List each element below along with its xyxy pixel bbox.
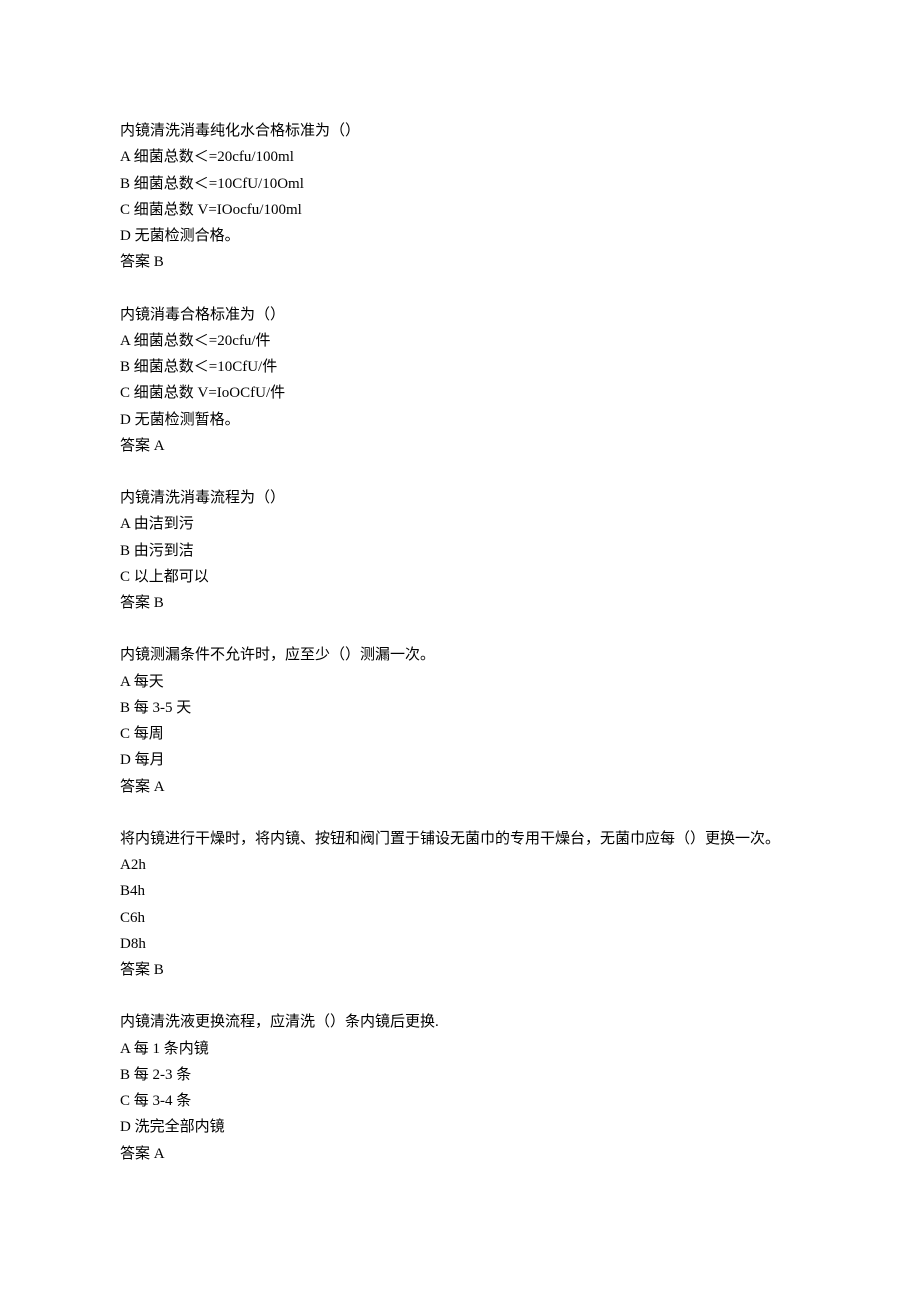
question-answer: 答案 B bbox=[120, 590, 800, 616]
question-stem: 内镜清洗消毒纯化水合格标准为（） bbox=[120, 118, 800, 144]
question-option: D8h bbox=[120, 931, 800, 957]
question-option: D 无菌检测暂格。 bbox=[120, 407, 800, 433]
question-block: 内镜清洗消毒纯化水合格标准为（） A 细菌总数＜=20cfu/100ml B 细… bbox=[120, 118, 800, 276]
question-answer: 答案 B bbox=[120, 957, 800, 983]
question-option: C 细菌总数 V=IoOCfU/件 bbox=[120, 380, 800, 406]
question-block: 内镜消毒合格标准为（） A 细菌总数＜=20cfu/件 B 细菌总数＜=10Cf… bbox=[120, 302, 800, 460]
question-block: 内镜清洗液更换流程，应清洗（）条内镜后更换. A 每 1 条内镜 B 每 2-3… bbox=[120, 1009, 800, 1167]
question-answer: 答案 A bbox=[120, 774, 800, 800]
question-option: A 细菌总数＜=20cfu/100ml bbox=[120, 144, 800, 170]
question-block: 将内镜进行干燥时，将内镜、按钮和阀门置于铺设无菌巾的专用干燥台，无菌巾应每（）更… bbox=[120, 826, 800, 984]
question-option: B 由污到洁 bbox=[120, 538, 800, 564]
question-option: A 每天 bbox=[120, 669, 800, 695]
document-page: 内镜清洗消毒纯化水合格标准为（） A 细菌总数＜=20cfu/100ml B 细… bbox=[0, 0, 920, 1302]
question-stem: 内镜清洗液更换流程，应清洗（）条内镜后更换. bbox=[120, 1009, 800, 1035]
question-stem: 内镜消毒合格标准为（） bbox=[120, 302, 800, 328]
question-option: A 由洁到污 bbox=[120, 511, 800, 537]
question-option: C6h bbox=[120, 905, 800, 931]
question-option: B 细菌总数＜=10CfU/10Oml bbox=[120, 171, 800, 197]
question-block: 内镜测漏条件不允许时，应至少（）测漏一次。 A 每天 B 每 3-5 天 C 每… bbox=[120, 642, 800, 800]
question-option: B 每 2-3 条 bbox=[120, 1062, 800, 1088]
question-option: A 细菌总数＜=20cfu/件 bbox=[120, 328, 800, 354]
question-option: B 每 3-5 天 bbox=[120, 695, 800, 721]
question-answer: 答案 A bbox=[120, 1141, 800, 1167]
question-stem: 内镜测漏条件不允许时，应至少（）测漏一次。 bbox=[120, 642, 800, 668]
question-option: A2h bbox=[120, 852, 800, 878]
question-option: D 无菌检测合格。 bbox=[120, 223, 800, 249]
question-stem: 内镜清洗消毒流程为（） bbox=[120, 485, 800, 511]
question-answer: 答案 A bbox=[120, 433, 800, 459]
question-option: A 每 1 条内镜 bbox=[120, 1036, 800, 1062]
question-option: B 细菌总数＜=10CfU/件 bbox=[120, 354, 800, 380]
question-block: 内镜清洗消毒流程为（） A 由洁到污 B 由污到洁 C 以上都可以 答案 B bbox=[120, 485, 800, 616]
question-answer: 答案 B bbox=[120, 249, 800, 275]
question-option: C 每 3-4 条 bbox=[120, 1088, 800, 1114]
question-option: D 每月 bbox=[120, 747, 800, 773]
question-stem: 将内镜进行干燥时，将内镜、按钮和阀门置于铺设无菌巾的专用干燥台，无菌巾应每（）更… bbox=[120, 826, 800, 852]
question-option: C 每周 bbox=[120, 721, 800, 747]
question-option: B4h bbox=[120, 878, 800, 904]
question-option: C 以上都可以 bbox=[120, 564, 800, 590]
question-option: D 洗完全部内镜 bbox=[120, 1114, 800, 1140]
question-option: C 细菌总数 V=IOocfu/100ml bbox=[120, 197, 800, 223]
